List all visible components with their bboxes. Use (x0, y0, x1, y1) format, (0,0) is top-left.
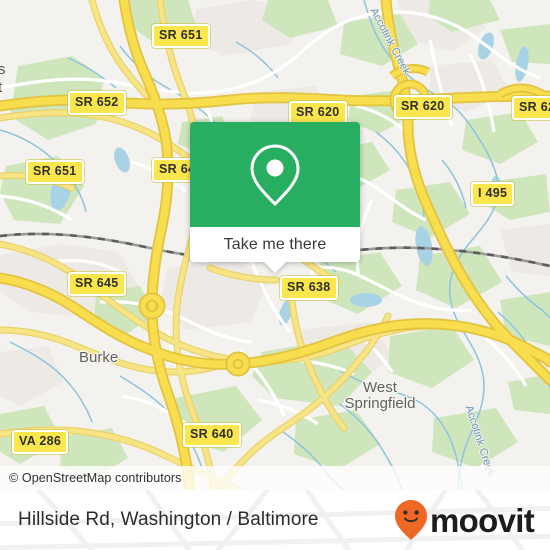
moovit-map-screenshot: SR 651 SR 652 SR 620 SR 620 SR 620 SR 65… (0, 0, 550, 550)
shield-label: SR 620 (519, 100, 550, 114)
map-pin-icon (250, 143, 300, 206)
take-me-there-button[interactable]: Take me there (190, 227, 360, 262)
road-shield-sr651-west[interactable]: SR 651 (26, 160, 84, 184)
road-shield-sr652[interactable]: SR 652 (68, 91, 126, 115)
location-title: Hillside Rd, Washington / Baltimore (18, 509, 319, 531)
take-me-there-label: Take me there (223, 235, 327, 253)
osm-attribution[interactable]: © OpenStreetMap contributors (0, 466, 550, 490)
callout-header (190, 122, 360, 227)
shield-label: SR 652 (75, 95, 119, 109)
road-shield-i495[interactable]: I 495 (471, 182, 515, 206)
road-shield-sr620-mid[interactable]: SR 620 (394, 95, 452, 119)
shield-label: SR 651 (33, 164, 77, 178)
road-shield-sr620-west[interactable]: SR 620 (289, 101, 347, 125)
shield-label: SR 651 (159, 28, 203, 42)
place-label-west-springfield: West Springfield (344, 379, 416, 413)
shield-label: SR 638 (287, 280, 331, 294)
bottom-bar: Hillside Rd, Washington / Baltimore moov… (0, 490, 550, 550)
shield-label: VA 286 (19, 434, 62, 448)
shield-label: SR 640 (190, 427, 234, 441)
road-shield-sr620-east[interactable]: SR 620 (512, 96, 550, 120)
shield-label: I 495 (478, 186, 508, 200)
moovit-logo[interactable]: moovit (394, 499, 535, 541)
shield-label: SR 620 (296, 105, 340, 119)
moovit-pin-smiley-icon (395, 500, 428, 540)
road-shield-va286[interactable]: VA 286 (12, 430, 69, 454)
place-line: Springfield (344, 395, 416, 413)
shield-label: SR 620 (401, 99, 445, 113)
place-line: Burke (79, 349, 119, 366)
location-callout-card[interactable]: Take me there (190, 122, 360, 273)
clipped-text: s (0, 61, 6, 78)
place-label-clipped-top: s (0, 61, 6, 78)
road-shield-sr640[interactable]: SR 640 (183, 423, 241, 447)
callout-tail (264, 262, 286, 273)
road-shield-sr651-north[interactable]: SR 651 (152, 24, 210, 48)
shield-label: SR 645 (75, 276, 119, 290)
clipped-text: t (0, 79, 3, 96)
location-title-text: Hillside Rd, Washington / Baltimore (18, 509, 319, 530)
moovit-wordmark: moovit (430, 501, 535, 539)
road-shield-sr645[interactable]: SR 645 (68, 272, 126, 296)
road-shield-sr638[interactable]: SR 638 (280, 276, 338, 300)
attribution-text: © OpenStreetMap contributors (9, 471, 182, 485)
place-label-clipped-bottom: t (0, 79, 3, 96)
place-label-burke: Burke (79, 349, 119, 366)
place-line: West (363, 379, 397, 396)
